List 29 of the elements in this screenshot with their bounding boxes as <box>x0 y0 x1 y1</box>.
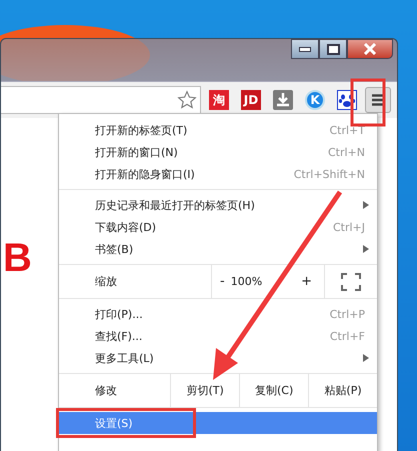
extension-icon[interactable]: 淘 <box>209 90 229 110</box>
close-icon <box>363 43 377 55</box>
menu-item[interactable]: 历史记录和最近打开的标签页(H) <box>59 194 377 216</box>
star-icon[interactable] <box>177 90 197 110</box>
close-button[interactable] <box>347 39 393 59</box>
extension-icon[interactable]: K <box>305 90 325 110</box>
download-icon[interactable] <box>273 90 293 110</box>
menu-item[interactable]: 打开新的标签页(T) Ctrl+T <box>59 119 377 141</box>
page-heading: B <box>3 236 32 281</box>
menu-item[interactable]: 打开新的窗口(N) Ctrl+N <box>59 141 377 163</box>
menu-item[interactable]: 下载内容(D) Ctrl+J <box>59 216 377 238</box>
zoom-level: 100% <box>230 275 262 288</box>
edit-button[interactable]: 粘贴(P) <box>308 374 377 407</box>
zoom-label: 缩放 <box>94 274 118 290</box>
menu-item[interactable]: 更多工具(L) <box>59 347 377 369</box>
zoom-out-button[interactable]: - <box>216 274 229 289</box>
menu-icon <box>371 93 385 107</box>
menu-item[interactable]: 书签(B) <box>59 238 377 260</box>
menu-item[interactable]: 打开新的隐身窗口(I) Ctrl+Shift+N <box>59 163 377 185</box>
edit-button[interactable]: 复制(C) <box>239 374 308 407</box>
highlight-frame <box>350 78 386 126</box>
zoom-in-button[interactable]: + <box>297 274 316 289</box>
menu-item[interactable]: 打印(P)... Ctrl+P <box>59 303 377 325</box>
maximize-button[interactable] <box>319 39 347 59</box>
edit-label: 修改 <box>94 383 118 399</box>
minimize-button[interactable] <box>291 39 319 59</box>
extension-icon[interactable]: JD <box>241 90 261 110</box>
fullscreen-icon <box>341 272 361 290</box>
menu-item[interactable]: 查找(F)... Ctrl+F <box>59 325 377 347</box>
